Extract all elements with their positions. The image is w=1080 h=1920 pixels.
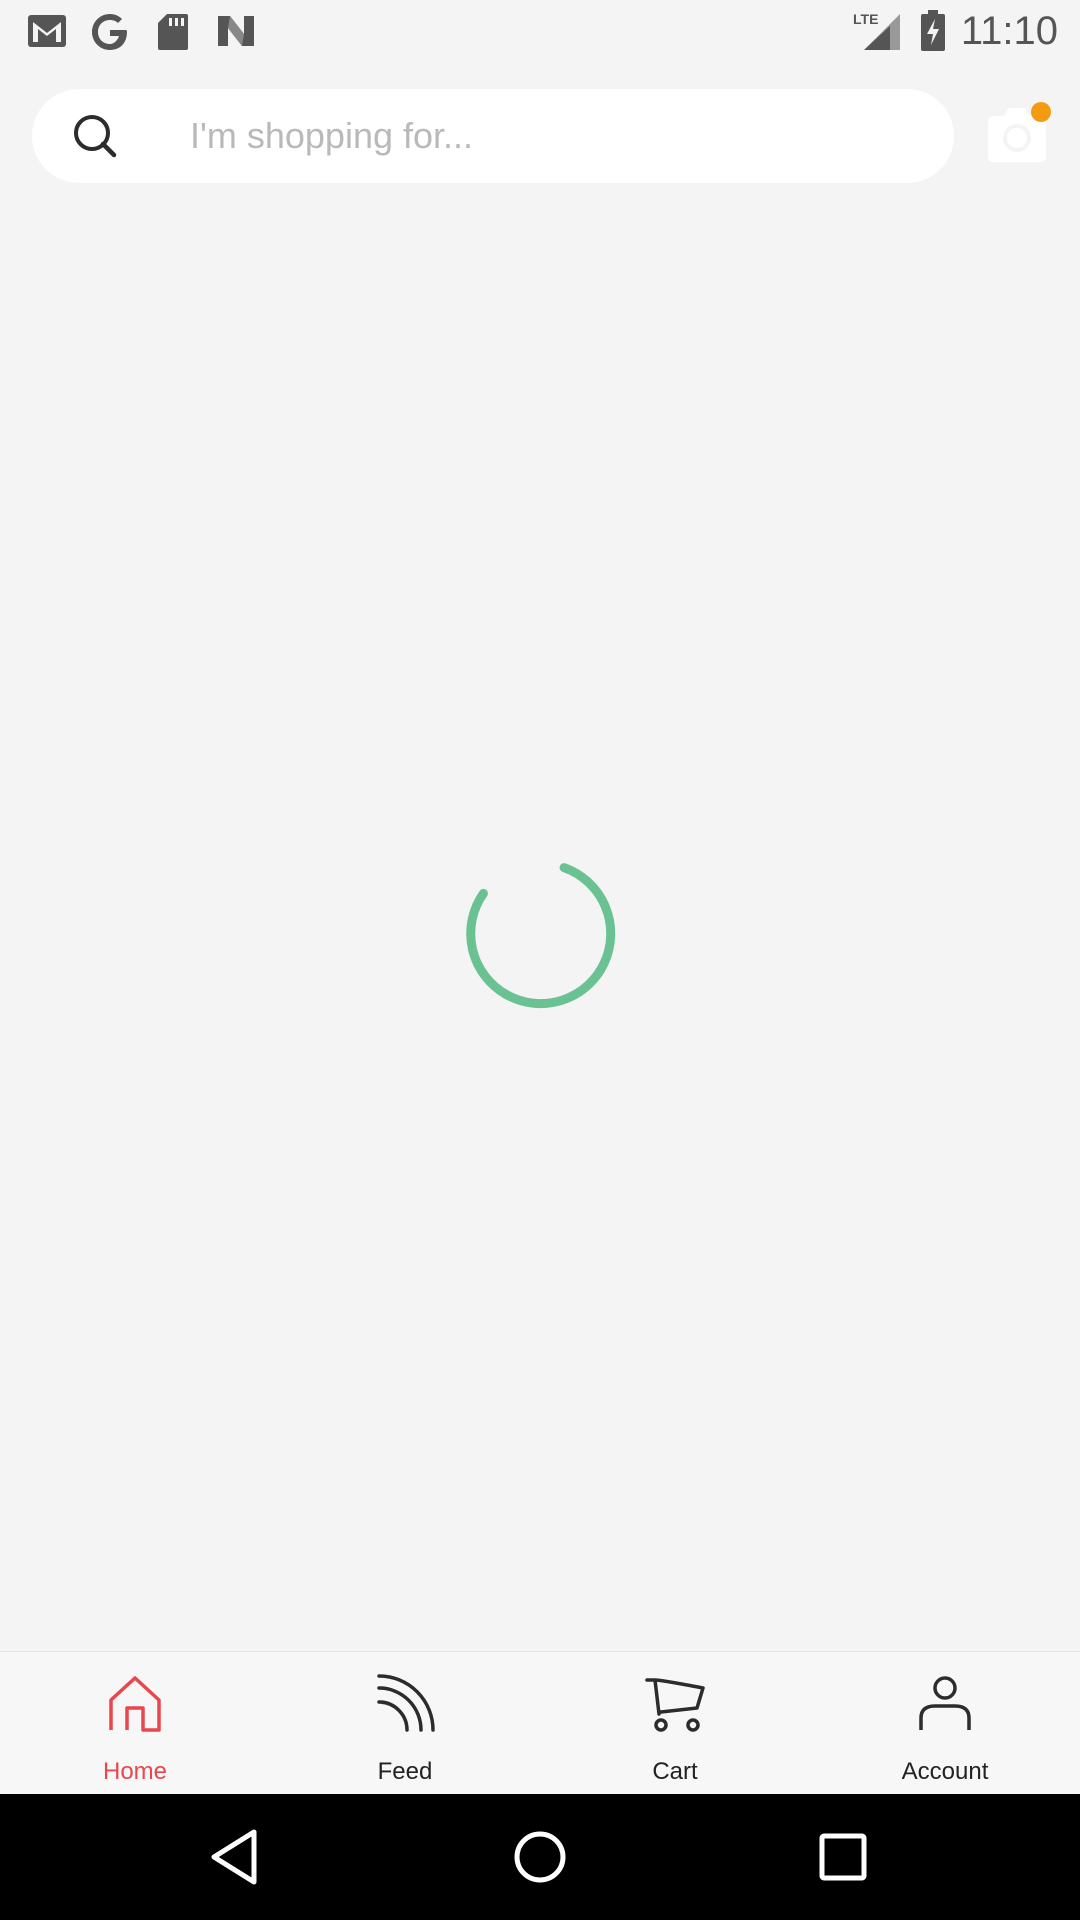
nav-item-account[interactable]: Account [810,1652,1080,1795]
gmail-icon [28,15,66,47]
back-icon[interactable] [204,1824,270,1890]
search-bar[interactable] [32,89,954,183]
battery-charging-icon [921,10,945,51]
google-icon [92,14,127,50]
home-icon [109,1676,161,1732]
feed-icon [377,1674,435,1732]
n-icon [218,16,254,46]
app-screen: LTE 11:10 Home [0,0,1080,1920]
lte-signal-icon: LTE [853,11,900,50]
nav-item-feed[interactable]: Feed [270,1652,540,1795]
status-bar: LTE 11:10 [0,0,1080,63]
account-icon [919,1676,971,1730]
nav-item-home[interactable]: Home [0,1652,270,1795]
system-nav-bar [0,1794,1080,1920]
bottom-nav: Home Feed Cart Account [0,1651,1080,1795]
home-circle-icon[interactable] [507,1824,573,1890]
nav-item-cart[interactable]: Cart [540,1652,810,1795]
cart-icon [645,1678,705,1732]
svg-text:LTE: LTE [853,11,878,27]
nav-label-cart: Cart [652,1758,698,1785]
recents-icon[interactable] [810,1824,876,1890]
search-input[interactable] [158,89,918,183]
sd-card-icon [158,14,188,50]
nav-label-home: Home [102,1758,168,1785]
search-icon [74,115,117,158]
status-time: 11:10 [960,9,1058,53]
nav-label-account: Account [901,1758,989,1785]
nav-label-feed: Feed [377,1758,433,1785]
notification-badge [1031,102,1051,122]
loading-spinner [466,863,616,1009]
